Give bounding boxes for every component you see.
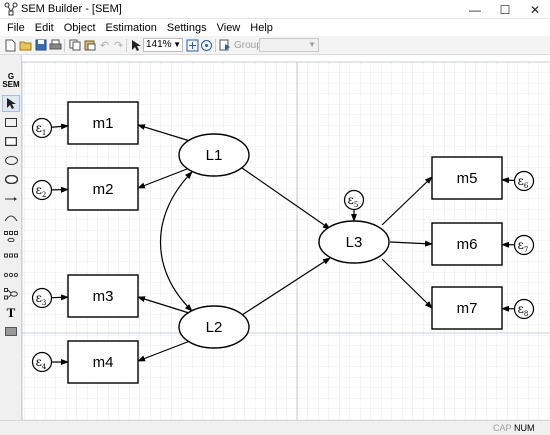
latent-label-L3: L3	[346, 234, 363, 251]
error-subscript: 3	[42, 299, 46, 307]
error-subscript: 7	[524, 246, 528, 254]
minimize-icon[interactable]: —	[460, 0, 490, 19]
observed-label-m5: m5	[457, 170, 478, 187]
error-subscript: 6	[524, 182, 529, 190]
observed-component-icon[interactable]	[2, 266, 20, 283]
ellipse-icon[interactable]	[2, 152, 20, 169]
print-icon[interactable]	[48, 38, 63, 52]
observed-label-m6: m6	[457, 236, 478, 253]
observed-label-m4: m4	[93, 354, 114, 371]
select-icon[interactable]	[2, 95, 20, 112]
area-icon[interactable]	[2, 323, 20, 340]
measurement-component-icon[interactable]	[2, 228, 20, 245]
zoom-value: 141%	[146, 39, 172, 50]
status-bar: CAP NUM	[0, 420, 550, 435]
zoom-select[interactable]: 141% ▼	[143, 38, 183, 52]
toolbar: ↶ ↷ 141% ▼ Group: ▼	[0, 36, 550, 55]
new-file-icon[interactable]	[3, 38, 18, 52]
chevron-down-icon: ▼	[308, 40, 316, 49]
group-select[interactable]: ▼	[259, 38, 319, 52]
chevron-down-icon: ▼	[173, 40, 181, 49]
error-subscript: 1	[42, 129, 46, 137]
error-subscript: 5	[354, 201, 358, 209]
path-e3-m3[interactable]	[51, 294, 69, 301]
app-icon	[4, 2, 18, 16]
caps-lock-indicator: CAP	[493, 423, 512, 433]
latent-component-icon[interactable]	[2, 285, 20, 302]
save-icon[interactable]	[33, 38, 48, 52]
curved-path-icon[interactable]	[2, 209, 20, 226]
regression-component-icon[interactable]	[2, 247, 20, 264]
diagram-canvas[interactable]: m1 m2 m3 m4 m5 m6 m7 L1 L2 L3 ε1 ε2 ε3 ε4 ε5 ε6 ε7 ε8	[22, 55, 550, 420]
toolbar-separator	[64, 39, 65, 52]
zoom-actual-icon[interactable]	[199, 38, 214, 52]
error-subscript: 8	[524, 310, 528, 318]
menu-object[interactable]: Object	[60, 22, 100, 34]
toolbar-separator	[126, 39, 127, 52]
undo-icon[interactable]: ↶	[97, 38, 112, 52]
menu-view[interactable]: View	[213, 22, 245, 34]
observed-label-m2: m2	[93, 181, 114, 198]
paste-icon[interactable]	[82, 38, 97, 52]
menu-bar: File Edit Object Estimation Settings Vie…	[0, 19, 550, 36]
path-e6-m5[interactable]	[501, 177, 515, 184]
maximize-icon[interactable]: ☐	[490, 0, 520, 19]
gsem-label: G SEM	[2, 72, 20, 89]
menu-edit[interactable]: Edit	[31, 22, 58, 34]
close-icon[interactable]: ✕	[520, 0, 550, 19]
window-title: SEM Builder - [SEM]	[21, 3, 122, 15]
observed-label-m1: m1	[93, 115, 114, 132]
observed-label-m3: m3	[93, 288, 114, 305]
num-lock-indicator: NUM	[514, 423, 535, 433]
copy-icon[interactable]	[67, 38, 82, 52]
title-bar: SEM Builder - [SEM] — ☐ ✕	[0, 0, 550, 19]
menu-help[interactable]: Help	[246, 22, 277, 34]
menu-settings[interactable]: Settings	[163, 22, 211, 34]
tool-palette: G SEM T	[0, 55, 22, 420]
redo-icon[interactable]: ↷	[111, 38, 126, 52]
menu-file[interactable]: File	[3, 22, 29, 34]
path-arrow-icon[interactable]	[2, 190, 20, 207]
text-icon[interactable]: T	[2, 304, 20, 321]
latent-label-L2: L2	[206, 319, 223, 336]
latent-label-L1: L1	[206, 147, 223, 164]
path-diagram: m1m2m3m4m5m6m7L1L2L3ε1ε2ε3ε4ε5ε6ε7ε8	[22, 61, 550, 420]
zoom-fit-icon[interactable]	[185, 38, 200, 52]
estimate-icon[interactable]	[217, 38, 232, 52]
rectangle-icon[interactable]	[2, 133, 20, 150]
toolbar-separator	[215, 39, 216, 52]
open-folder-icon[interactable]	[18, 38, 33, 52]
select-pointer-icon[interactable]	[128, 38, 143, 52]
ellipse-icon[interactable]	[2, 171, 20, 188]
menu-estimation[interactable]: Estimation	[102, 22, 161, 34]
rectangle-icon[interactable]	[2, 114, 20, 131]
observed-label-m7: m7	[457, 300, 478, 317]
error-subscript: 4	[42, 363, 47, 371]
error-subscript: 2	[42, 191, 46, 199]
